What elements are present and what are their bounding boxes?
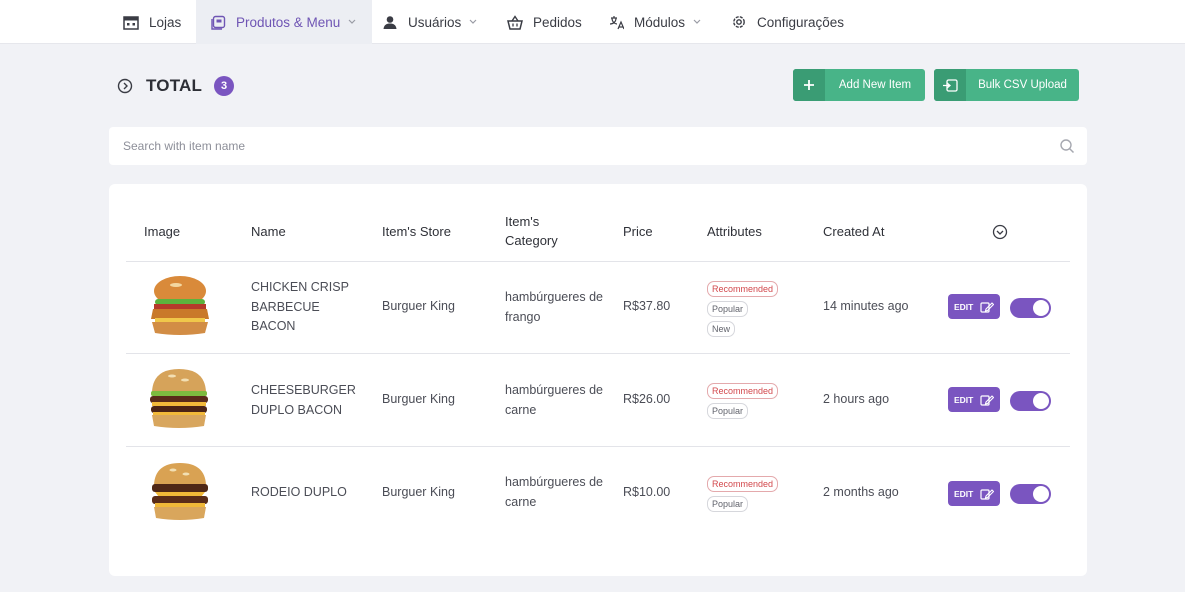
row-divider [126, 446, 1070, 447]
column-header-price: Price [623, 224, 653, 239]
nav-item-label: Módulos [634, 14, 686, 30]
status-toggle[interactable] [1010, 298, 1051, 318]
item-store: Burguer King [382, 392, 455, 406]
row-divider [126, 261, 1070, 262]
item-image-rodeio-burger [149, 459, 211, 523]
store-icon [122, 13, 140, 31]
bulk-csv-upload-label: Bulk CSV Upload [978, 79, 1067, 91]
edit-button[interactable]: EDIT [948, 387, 1000, 412]
item-price: R$10.00 [623, 485, 671, 499]
basket-icon [506, 13, 524, 31]
item-image-cheeseburger [147, 366, 209, 430]
edit-button[interactable]: EDIT [948, 481, 1000, 506]
item-price: R$37.80 [623, 299, 671, 313]
add-new-item-button[interactable]: Add New Item [793, 69, 925, 101]
attribute-badge-recommended: Recommended [707, 383, 779, 399]
gear-icon [730, 13, 748, 31]
edit-icon [980, 301, 995, 313]
nav-item-modulos[interactable]: Módulos [607, 0, 703, 44]
chevron-down-icon [693, 17, 703, 27]
column-header-attributes: Attributes [707, 224, 762, 239]
column-header-category: Item's Category [505, 214, 558, 248]
nav-item-label: Usuários [408, 14, 462, 30]
edit-label: EDIT [954, 301, 974, 312]
add-new-item-label: Add New Item [838, 79, 912, 91]
bulk-csv-upload-button[interactable]: Bulk CSV Upload [934, 69, 1079, 101]
edit-button[interactable]: EDIT [948, 294, 1000, 319]
top-navigation: Lojas Produtos & Menu Usuários Pedidos M… [0, 0, 1185, 44]
items-table: Image Name Item's Store Item's Category … [109, 184, 1087, 576]
upload-icon [934, 69, 966, 101]
chevron-down-icon [348, 17, 358, 27]
nav-item-pedidos[interactable]: Pedidos [506, 0, 582, 44]
item-price: R$26.00 [623, 392, 671, 406]
toggle-knob [1033, 486, 1049, 502]
circle-chevron-right-icon[interactable] [117, 78, 133, 94]
chevron-down-icon [469, 17, 479, 27]
item-attributes: Recommended Popular [707, 381, 779, 421]
modules-icon [607, 13, 625, 31]
item-name: RODEIO DUPLO [251, 485, 347, 499]
edit-icon [980, 394, 995, 406]
count-badge: 3 [214, 76, 235, 96]
total-header: TOTAL 3 [117, 72, 235, 100]
attribute-badge-recommended: Recommended [707, 281, 779, 297]
nav-item-configuracoes[interactable]: Configurações [730, 0, 844, 44]
toggle-knob [1033, 300, 1049, 316]
attribute-badge-popular: Popular [707, 403, 749, 419]
edit-icon [980, 488, 995, 500]
attribute-badge-new: New [707, 321, 736, 337]
search-icon[interactable] [1059, 138, 1075, 154]
edit-label: EDIT [954, 394, 974, 405]
item-category: hambúrgueres de frango [505, 290, 603, 324]
edit-label: EDIT [954, 488, 974, 499]
column-header-store: Item's Store [382, 224, 451, 239]
attribute-badge-popular: Popular [707, 301, 749, 317]
menu-card-icon [209, 13, 227, 31]
status-toggle[interactable] [1010, 484, 1051, 504]
item-category: hambúrgueres de carne [505, 475, 603, 509]
attribute-badge-recommended: Recommended [707, 476, 779, 492]
search-input[interactable] [109, 127, 1049, 165]
nav-item-label: Pedidos [533, 14, 582, 30]
item-created-at: 14 minutes ago [823, 299, 909, 313]
column-options-chevron-icon[interactable] [992, 224, 1008, 240]
nav-item-produtos-menu[interactable]: Produtos & Menu [196, 0, 373, 44]
attribute-badge-popular: Popular [707, 496, 749, 512]
item-store: Burguer King [382, 299, 455, 313]
status-toggle[interactable] [1010, 391, 1051, 411]
column-header-name: Name [251, 224, 286, 239]
item-attributes: Recommended Popular [707, 474, 779, 514]
item-name: CHICKEN CRISP BARBECUE BACON [251, 280, 349, 333]
item-image-chicken-burger [149, 273, 211, 337]
plus-icon [793, 69, 825, 101]
nav-item-label: Lojas [149, 14, 182, 30]
item-category: hambúrgueres de carne [505, 383, 603, 417]
row-divider [126, 353, 1070, 354]
column-header-image: Image [144, 224, 181, 239]
item-attributes: Recommended Popular New [707, 279, 779, 339]
toggle-knob [1033, 393, 1049, 409]
nav-item-label: Produtos & Menu [236, 14, 341, 30]
item-store: Burguer King [382, 485, 455, 499]
page-title: TOTAL [146, 76, 203, 95]
user-icon [381, 13, 399, 31]
nav-item-label: Configurações [757, 14, 845, 30]
item-created-at: 2 months ago [823, 485, 899, 499]
nav-item-lojas[interactable]: Lojas [122, 0, 181, 44]
item-name: CHEESEBURGER DUPLO BACON [251, 383, 356, 417]
column-header-created-at: Created At [823, 224, 885, 239]
item-created-at: 2 hours ago [823, 392, 890, 406]
nav-item-usuarios[interactable]: Usuários [381, 0, 479, 44]
search-bar [109, 127, 1087, 165]
